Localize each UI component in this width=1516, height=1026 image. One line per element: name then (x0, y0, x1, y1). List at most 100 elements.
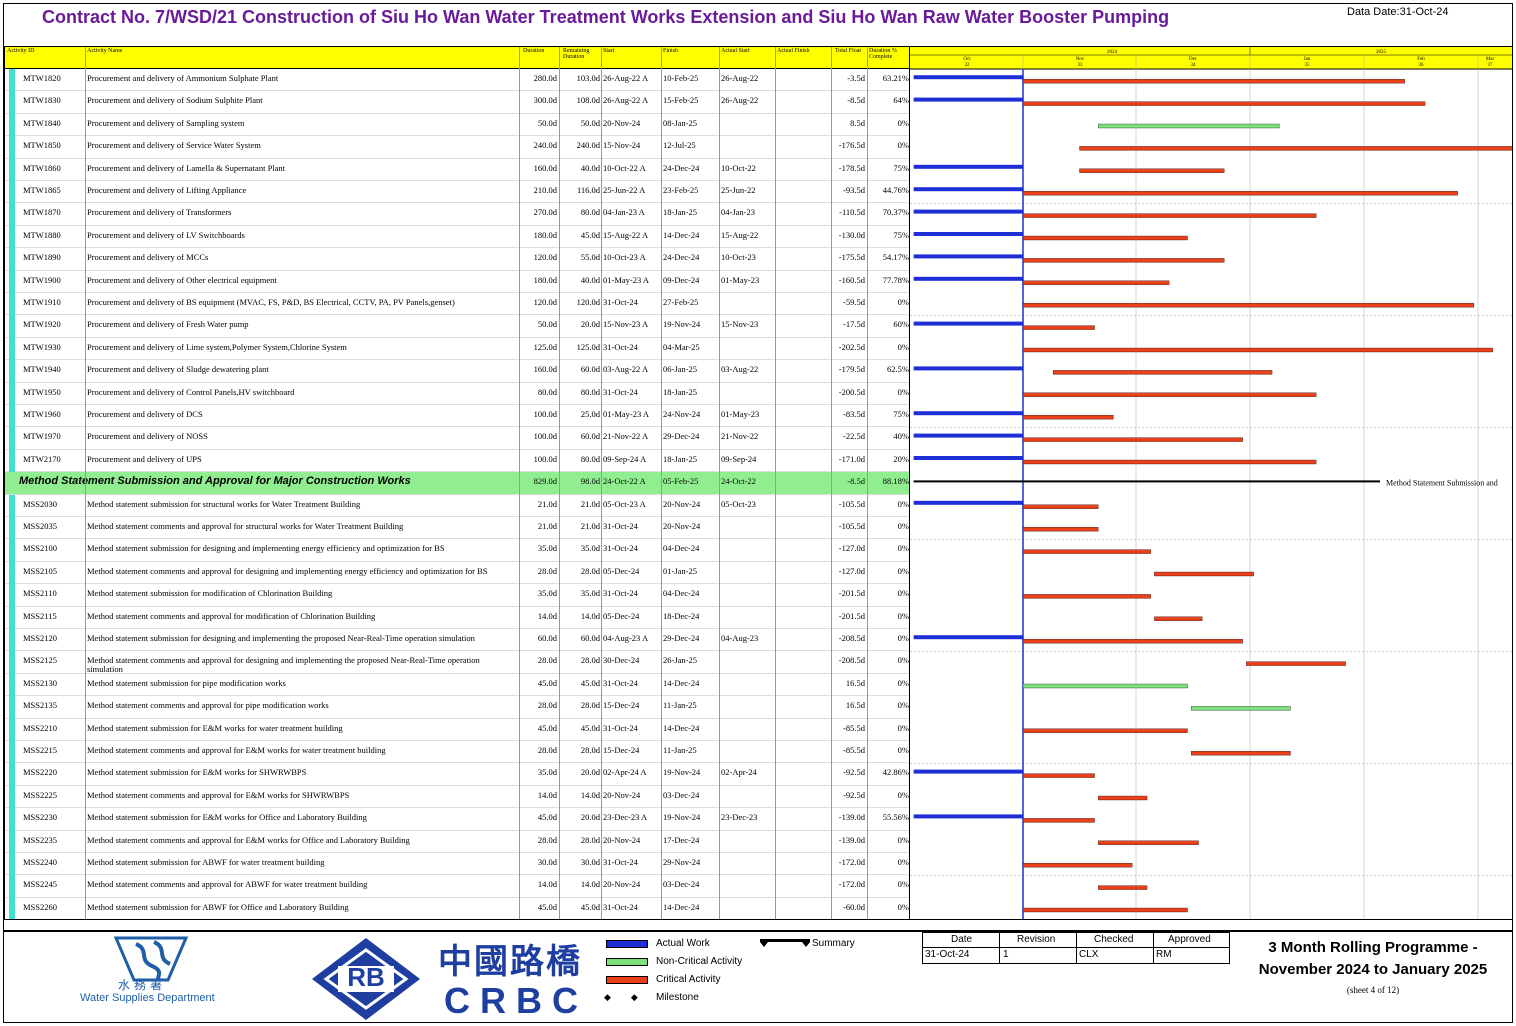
cell-start: 20-Nov-24 (603, 879, 641, 890)
cell-astart: 01-May-23 (721, 409, 760, 419)
cell-pct: 0% (897, 297, 909, 307)
approval-col-line (999, 933, 1000, 963)
approval-checked-header: Checked (1094, 934, 1134, 945)
actual-work-bar (913, 321, 1023, 326)
cell-finish: 06-Jan-25 (663, 364, 697, 375)
column-header[interactable]: Actual Finish (777, 48, 831, 54)
cell-finish: 19-Nov-24 (663, 767, 701, 778)
cell-pct: 55.56% (882, 812, 909, 823)
cell-rem: 80.0d (580, 386, 600, 397)
cell-dur: 28.0d (537, 700, 557, 711)
column-header[interactable]: Total Float (835, 48, 867, 54)
critical-bar (1022, 639, 1243, 644)
column-header[interactable]: Activity Name (87, 48, 517, 54)
critical-bar (1022, 213, 1317, 218)
cell-name: Method statement submission for structur… (87, 498, 361, 509)
page-title: Contract No. 7/WSD/21 Construction of Si… (42, 7, 1170, 27)
cell-name: Method statement comments and approval f… (87, 610, 376, 621)
cell-id: MTW1960 (23, 409, 61, 419)
data-date: Data Date:31-Oct-24 (1347, 6, 1449, 18)
cell-name: Method statement comments and approval f… (87, 834, 410, 845)
cell-rem: 28.0d (580, 655, 600, 666)
month-label: Feb (1417, 57, 1425, 62)
cell-finish: 24-Nov-24 (663, 409, 701, 419)
column-divider (867, 47, 868, 919)
week-label: 37 (1488, 63, 1494, 68)
actual-work-bar (913, 500, 1023, 505)
cell-id: MSS2035 (23, 521, 58, 531)
cell-dur: 28.0d (537, 745, 557, 755)
column-header[interactable]: Start (603, 48, 661, 54)
cell-pct: 0% (897, 901, 909, 912)
cell-id: MTW2170 (23, 453, 61, 464)
cell-float: -22.5d (843, 431, 865, 442)
cell-id: MSS2230 (23, 812, 58, 823)
cell-astart: 10-Oct-22 (721, 162, 756, 173)
cell-name: Procurement and delivery of Lamella & Su… (87, 162, 286, 173)
cell-pct: 0% (897, 140, 909, 151)
cell-id: MSS2030 (23, 498, 58, 509)
column-header[interactable]: Finish (663, 48, 719, 54)
column-header[interactable]: Actual Start (721, 48, 775, 54)
critical-bar (1022, 303, 1475, 308)
cell-id: MSS2225 (23, 789, 58, 800)
cell-rem: 20.0d (580, 812, 600, 823)
cell-id: MSS2245 (23, 879, 58, 890)
cell-dur: 80.0d (537, 386, 557, 397)
column-header[interactable]: Activity ID (7, 48, 85, 54)
cell-float: -176.5d (838, 140, 865, 151)
critical-bar (1022, 258, 1225, 263)
gantt-svg: 2024 2025 Oct32 Nov33 Dec34 Jan35 Feb36 Mar37 Me… (910, 47, 1512, 919)
cell-rem: 45.0d (580, 229, 600, 240)
critical-bar (1022, 504, 1099, 509)
cell-start: 26-Aug-22 A (603, 95, 649, 106)
cell-dur: 35.0d (537, 543, 557, 554)
cell-dur: 45.0d (537, 677, 557, 688)
cell-start: 03-Aug-22 A (603, 364, 649, 375)
cell-name: Method statement comments and approval f… (87, 565, 488, 576)
critical-bar (1022, 818, 1095, 823)
cell-name: Procurement and delivery of DCS (87, 409, 203, 419)
cell-start: 01-May-23 A (603, 409, 650, 419)
cell-rem: 25.0d (580, 409, 600, 419)
cell-rem: 60.0d (580, 431, 600, 442)
cell-astart: 15-Nov-23 (721, 319, 759, 330)
cell-start: 31-Oct-24 (603, 588, 638, 599)
cell-id: MTW1860 (23, 162, 61, 173)
column-header[interactable]: Duration (523, 48, 559, 54)
cell-pct: 40% (893, 431, 909, 442)
cell-start: 31-Oct-24 (603, 901, 638, 912)
column-header[interactable]: Duration % Complete (869, 48, 909, 60)
cell-dur: 28.0d (537, 565, 557, 576)
legend-noncritical-label: Non-Critical Activity (656, 956, 743, 967)
cell-rem: 125.0d (576, 341, 600, 352)
cell-finish: 19-Nov-24 (663, 319, 701, 330)
cell-astart: 23-Dec-23 (721, 812, 758, 823)
cell-dur: 35.0d (537, 767, 557, 778)
actual-work-bar (913, 232, 1023, 236)
actual-work-bar (913, 433, 1023, 438)
cell-dur: 14.0d (537, 789, 557, 800)
month-label: Oct (963, 57, 971, 62)
cell-finish: 23-Feb-25 (663, 185, 699, 195)
cell-pct: 75% (893, 162, 909, 173)
cell-dur: 100.0d (533, 453, 557, 464)
cell-start: 31-Oct-24 (603, 341, 638, 352)
cell-rem: 40.0d (580, 274, 600, 285)
column-header[interactable]: Remaining Duration (563, 48, 601, 60)
actual-work-bar (913, 187, 1023, 192)
cell-start: 30-Dec-24 (603, 655, 640, 666)
month-label: Jan (1304, 57, 1311, 62)
month-label: Mar (1486, 57, 1495, 62)
cell-dur: 160.0d (533, 162, 557, 173)
wbs-accent-bar (9, 69, 15, 473)
critical-bar (1022, 549, 1151, 554)
legend-actual-swatch (606, 940, 648, 948)
approval-block: Date Revision Checked Approved 31-Oct-24… (922, 932, 1230, 964)
cell-dur: 125.0d (533, 341, 557, 352)
critical-bar (1022, 392, 1317, 397)
legend-summary-label: Summary (812, 938, 855, 949)
cell-id: MSS2100 (23, 543, 58, 554)
cell-pct: 0% (897, 610, 909, 621)
legend-critical-swatch (606, 976, 648, 984)
